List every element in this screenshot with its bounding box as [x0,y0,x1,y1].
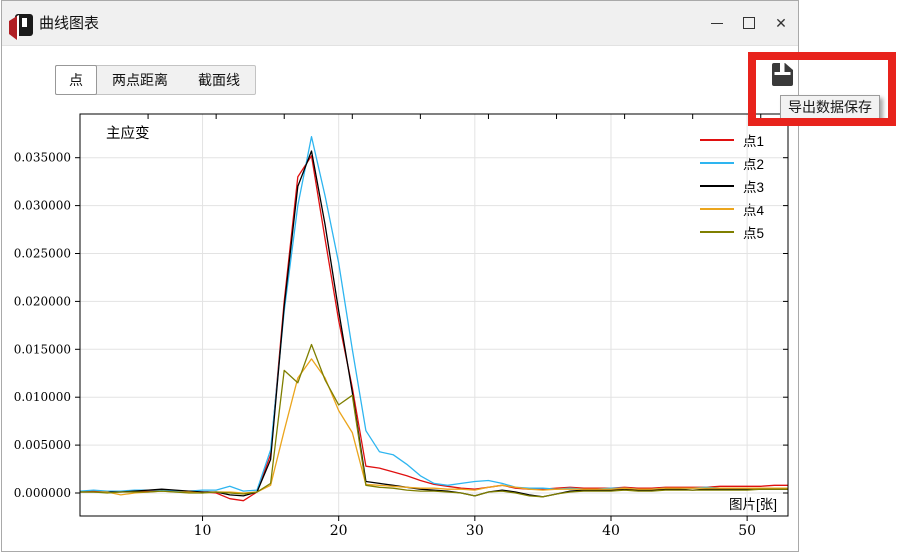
gridlines [80,114,788,516]
series-点2 [80,137,788,492]
svg-text:0.000000: 0.000000 [14,486,71,500]
svg-text:50: 50 [738,523,756,539]
svg-text:10: 10 [194,523,212,539]
svg-text:0.035000: 0.035000 [14,151,71,165]
axes [75,114,788,521]
annotation-highlight-rectangle [748,52,896,126]
svg-text:40: 40 [602,523,620,539]
screenshot-stage: 曲线图表 ✕ 点 两点距离 截面线 0.0000000.0050000.0100… [0,0,901,552]
x-axis-labels: 10 20 30 40 50 [194,523,756,539]
svg-text:0.030000: 0.030000 [14,199,71,213]
svg-text:0.020000: 0.020000 [14,294,71,308]
app-window: 曲线图表 ✕ 点 两点距离 截面线 0.0000000.0050000.0100… [1,0,799,552]
svg-text:30: 30 [466,523,484,539]
series-点1 [80,156,788,501]
svg-text:0.005000: 0.005000 [14,438,71,452]
svg-text:0.015000: 0.015000 [14,342,71,356]
svg-text:0.025000: 0.025000 [14,247,71,261]
svg-text:0.010000: 0.010000 [14,390,71,404]
y-axis-labels: 0.000000 0.005000 0.010000 0.015000 0.020000… [14,151,71,500]
series-点5 [80,345,788,497]
svg-text:20: 20 [330,523,348,539]
series-点4 [80,359,788,495]
chart-canvas: 0.000000 0.005000 0.010000 0.015000 0.020000… [2,1,798,551]
data-series [80,137,788,501]
